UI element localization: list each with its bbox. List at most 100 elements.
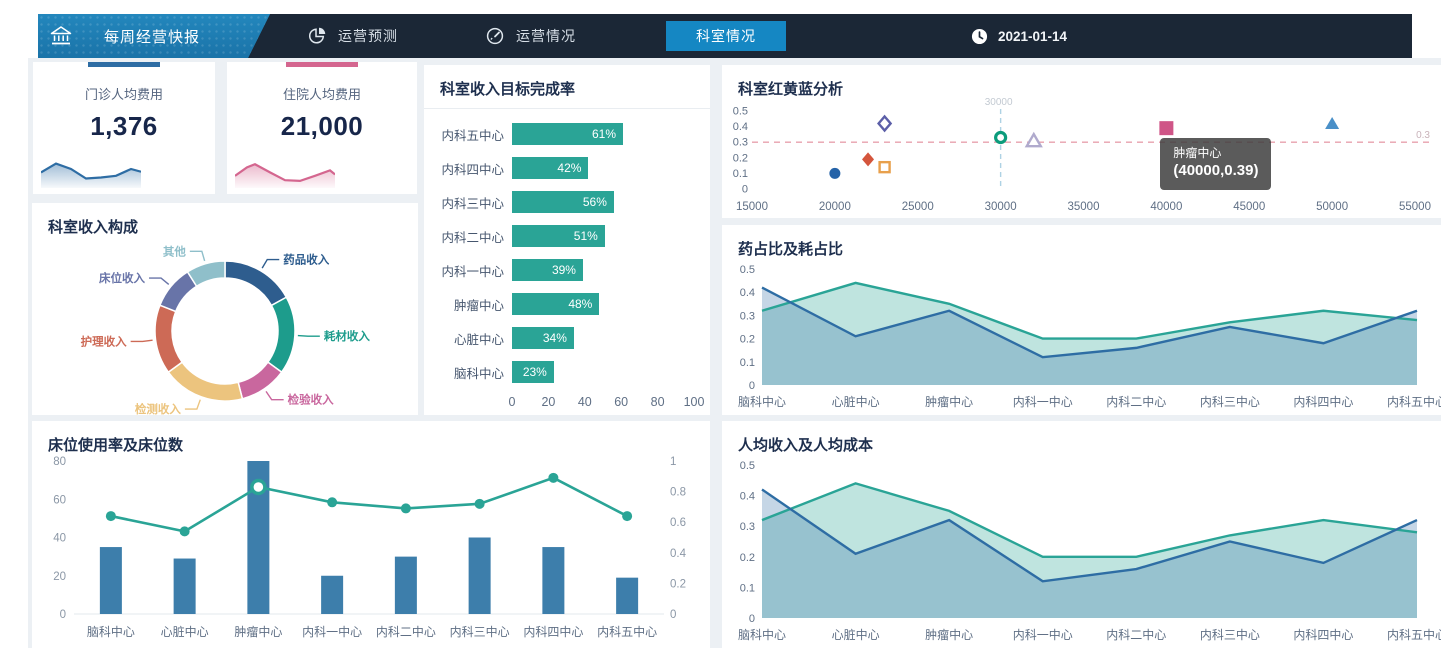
bar-value-label: 56% [583, 195, 614, 209]
bar[interactable] [469, 538, 491, 615]
pie-label-line [298, 336, 320, 337]
kpi-accent-bar [88, 62, 160, 67]
bar-value-label: 48% [568, 297, 599, 311]
bar-category-label: 内科四中心 [432, 159, 504, 178]
pie-label: 床位收入 [99, 271, 145, 285]
line-point-highlighted[interactable] [252, 481, 265, 494]
bar[interactable]: 48% [512, 293, 599, 315]
right-y-tick-label: 0.8 [670, 487, 686, 499]
pie-label-line [266, 391, 284, 399]
gauge-icon [486, 27, 504, 45]
panel-title: 药占比及耗占比 [722, 225, 1441, 268]
scatter-point[interactable] [862, 152, 874, 166]
x-category-label: 内科五中心 [1387, 394, 1441, 409]
bar[interactable] [174, 559, 196, 614]
nav-item-operation-status[interactable]: 运营情况 [486, 14, 576, 58]
y-tick-label: 0.4 [740, 287, 755, 299]
hbar-chart: 内科五中心61%内科四中心42%内科三中心56%内科二中心51%内科一中心39%… [424, 117, 710, 389]
left-y-tick-label: 20 [53, 571, 66, 583]
pie-label: 其他 [163, 244, 186, 258]
x-category-label: 内科四中心 [523, 624, 583, 639]
scatter-point[interactable] [1027, 134, 1041, 146]
x-category-label: 内科二中心 [1106, 627, 1166, 642]
nav-date[interactable]: 2021-01-14 [971, 14, 1067, 58]
nav-item-operation-forecast[interactable]: 运营预测 [308, 14, 398, 58]
panel-title: 床位使用率及床位数 [32, 421, 710, 464]
bar[interactable]: 39% [512, 259, 583, 281]
left-y-tick-label: 60 [53, 494, 66, 506]
threshold-label: 0.3 [1416, 130, 1430, 141]
line-point[interactable] [180, 526, 190, 536]
bar-category-label: 脑科中心 [432, 363, 504, 382]
x-category-label: 内科一中心 [1013, 394, 1073, 409]
kpi-sparkline [41, 148, 141, 188]
pie-label-line [131, 340, 153, 341]
nav-date-label: 2021-01-14 [998, 29, 1067, 44]
scatter-point[interactable] [1325, 117, 1339, 129]
x-category-label: 心脏中心 [832, 627, 880, 642]
y-tick-label: 0.1 [740, 582, 755, 594]
line-point[interactable] [327, 497, 337, 507]
line-point[interactable] [401, 503, 411, 513]
content-area: 门诊人均费用 1,376 住院人均费用 21,000 科室收入构成 药品收入耗材… [28, 58, 1441, 648]
x-tick-label: 80 [651, 395, 665, 409]
nav-tab-weekly-report-label: 每周经营快报 [104, 26, 200, 47]
bar[interactable]: 42% [512, 157, 588, 179]
x-category-label: 内科五中心 [597, 624, 657, 639]
pie-slice[interactable] [268, 297, 295, 372]
y-tick-label: 0.2 [740, 552, 755, 564]
usage-line[interactable] [111, 478, 627, 532]
nav-tab-weekly-report[interactable]: 每周经营快报 [38, 14, 270, 58]
pie-slice[interactable] [238, 362, 281, 399]
bar-track: 51% [512, 225, 694, 247]
x-tick-label: 20000 [819, 201, 851, 213]
nav-item-label: 运营预测 [338, 26, 398, 46]
nav-item-label: 运营情况 [516, 26, 576, 46]
kpi-sparkline [235, 148, 335, 188]
scatter-point[interactable] [880, 162, 890, 172]
kpi-value: 21,000 [227, 111, 417, 142]
panel-income-composition: 科室收入构成 药品收入耗材收入检验收入检测收入护理收入床位收入其他 [32, 203, 418, 415]
scatter-point[interactable] [829, 168, 840, 179]
x-category-label: 内科一中心 [302, 624, 362, 639]
bar[interactable] [542, 547, 564, 614]
line-point[interactable] [548, 473, 558, 483]
kpi-accent-bar [286, 62, 358, 67]
bar[interactable]: 34% [512, 327, 574, 349]
right-y-tick-label: 0.6 [670, 517, 686, 529]
top-nav: 每周经营快报 运营预测 运营情况 科室情况 [38, 14, 1412, 58]
bar[interactable]: 56% [512, 191, 614, 213]
bar-track: 23% [512, 361, 694, 383]
bar[interactable]: 51% [512, 225, 605, 247]
x-category-label: 内科三中心 [1200, 627, 1260, 642]
bar[interactable] [616, 578, 638, 614]
bar[interactable] [395, 557, 417, 614]
x-category-label: 肿瘤中心 [234, 624, 282, 639]
pie-slice[interactable] [225, 261, 286, 305]
line-point[interactable] [106, 511, 116, 521]
bar-row: 内科一中心39% [424, 253, 710, 287]
scatter-point[interactable] [879, 116, 891, 130]
line-point[interactable] [475, 499, 485, 509]
scatter-point[interactable] [1159, 121, 1173, 135]
bar[interactable] [321, 576, 343, 614]
bar[interactable] [100, 547, 122, 614]
pie-label-line [185, 400, 200, 409]
x-category-label: 内科五中心 [1387, 627, 1441, 642]
bar-row: 内科五中心61% [424, 117, 710, 151]
pie-slice[interactable] [155, 305, 182, 372]
bar[interactable]: 23% [512, 361, 554, 383]
x-category-label: 内科三中心 [450, 624, 510, 639]
pie-slice[interactable] [168, 362, 242, 401]
x-category-label: 脑科中心 [738, 394, 786, 409]
y-tick-label: 0.1 [733, 168, 748, 180]
line-point[interactable] [622, 511, 632, 521]
pie-label-line [190, 251, 205, 261]
nav-item-department-status-active[interactable]: 科室情况 [666, 21, 786, 51]
kpi-card-inpatient-cost: 住院人均费用 21,000 [227, 62, 417, 194]
scatter-point[interactable] [996, 133, 1006, 143]
bar-track: 61% [512, 123, 694, 145]
kpi-title: 门诊人均费用 [33, 84, 215, 103]
bar[interactable]: 61% [512, 123, 623, 145]
x-tick-label: 20 [541, 395, 555, 409]
